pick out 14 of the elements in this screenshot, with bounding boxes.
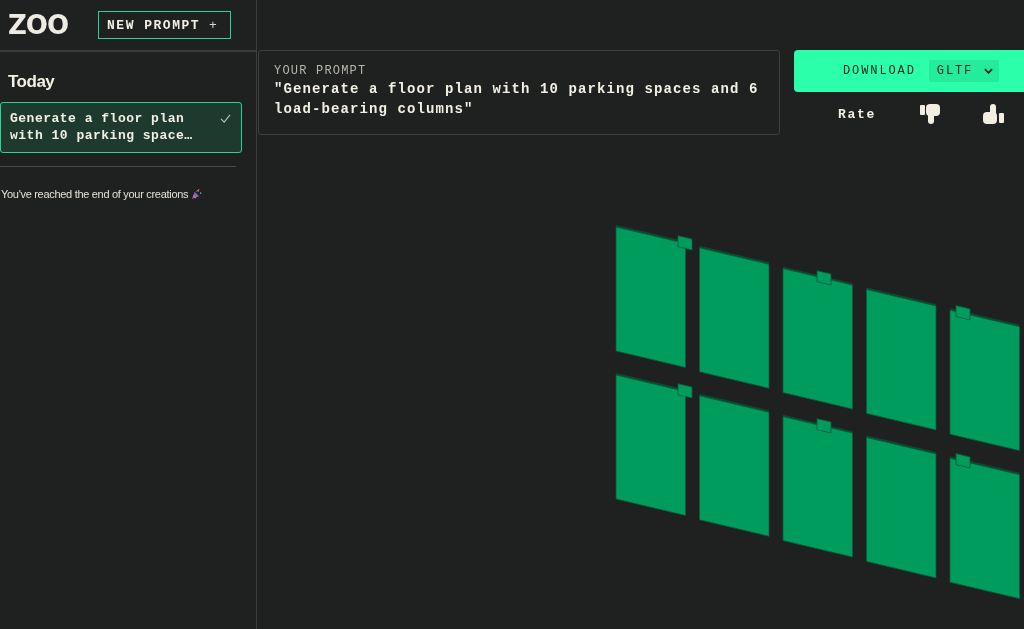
logo[interactable]: ZOO xyxy=(8,12,69,38)
rate-label: Rate xyxy=(838,106,877,122)
thumbs-up-icon[interactable] xyxy=(983,104,1004,124)
party-popper-icon xyxy=(191,188,203,200)
new-prompt-button[interactable]: NEW PROMPT + xyxy=(98,11,232,39)
download-button[interactable]: DOWNLOAD GLTF xyxy=(794,50,1024,92)
history-item[interactable]: Generate a floor plan with 10 parking space… xyxy=(0,102,242,153)
prompt-label: YOUR PROMPT xyxy=(274,63,368,79)
thumbs-down-icon[interactable] xyxy=(920,104,941,124)
format-dropdown[interactable]: GLTF xyxy=(928,60,1000,82)
chevron-down-icon xyxy=(984,68,994,74)
end-note: You've reached the end of your creations xyxy=(1,188,189,200)
section-title: Today xyxy=(8,72,56,92)
prompt-text: "Generate a floor plan with 10 parking spaces and 6 load-bearing columns" xyxy=(274,80,760,119)
